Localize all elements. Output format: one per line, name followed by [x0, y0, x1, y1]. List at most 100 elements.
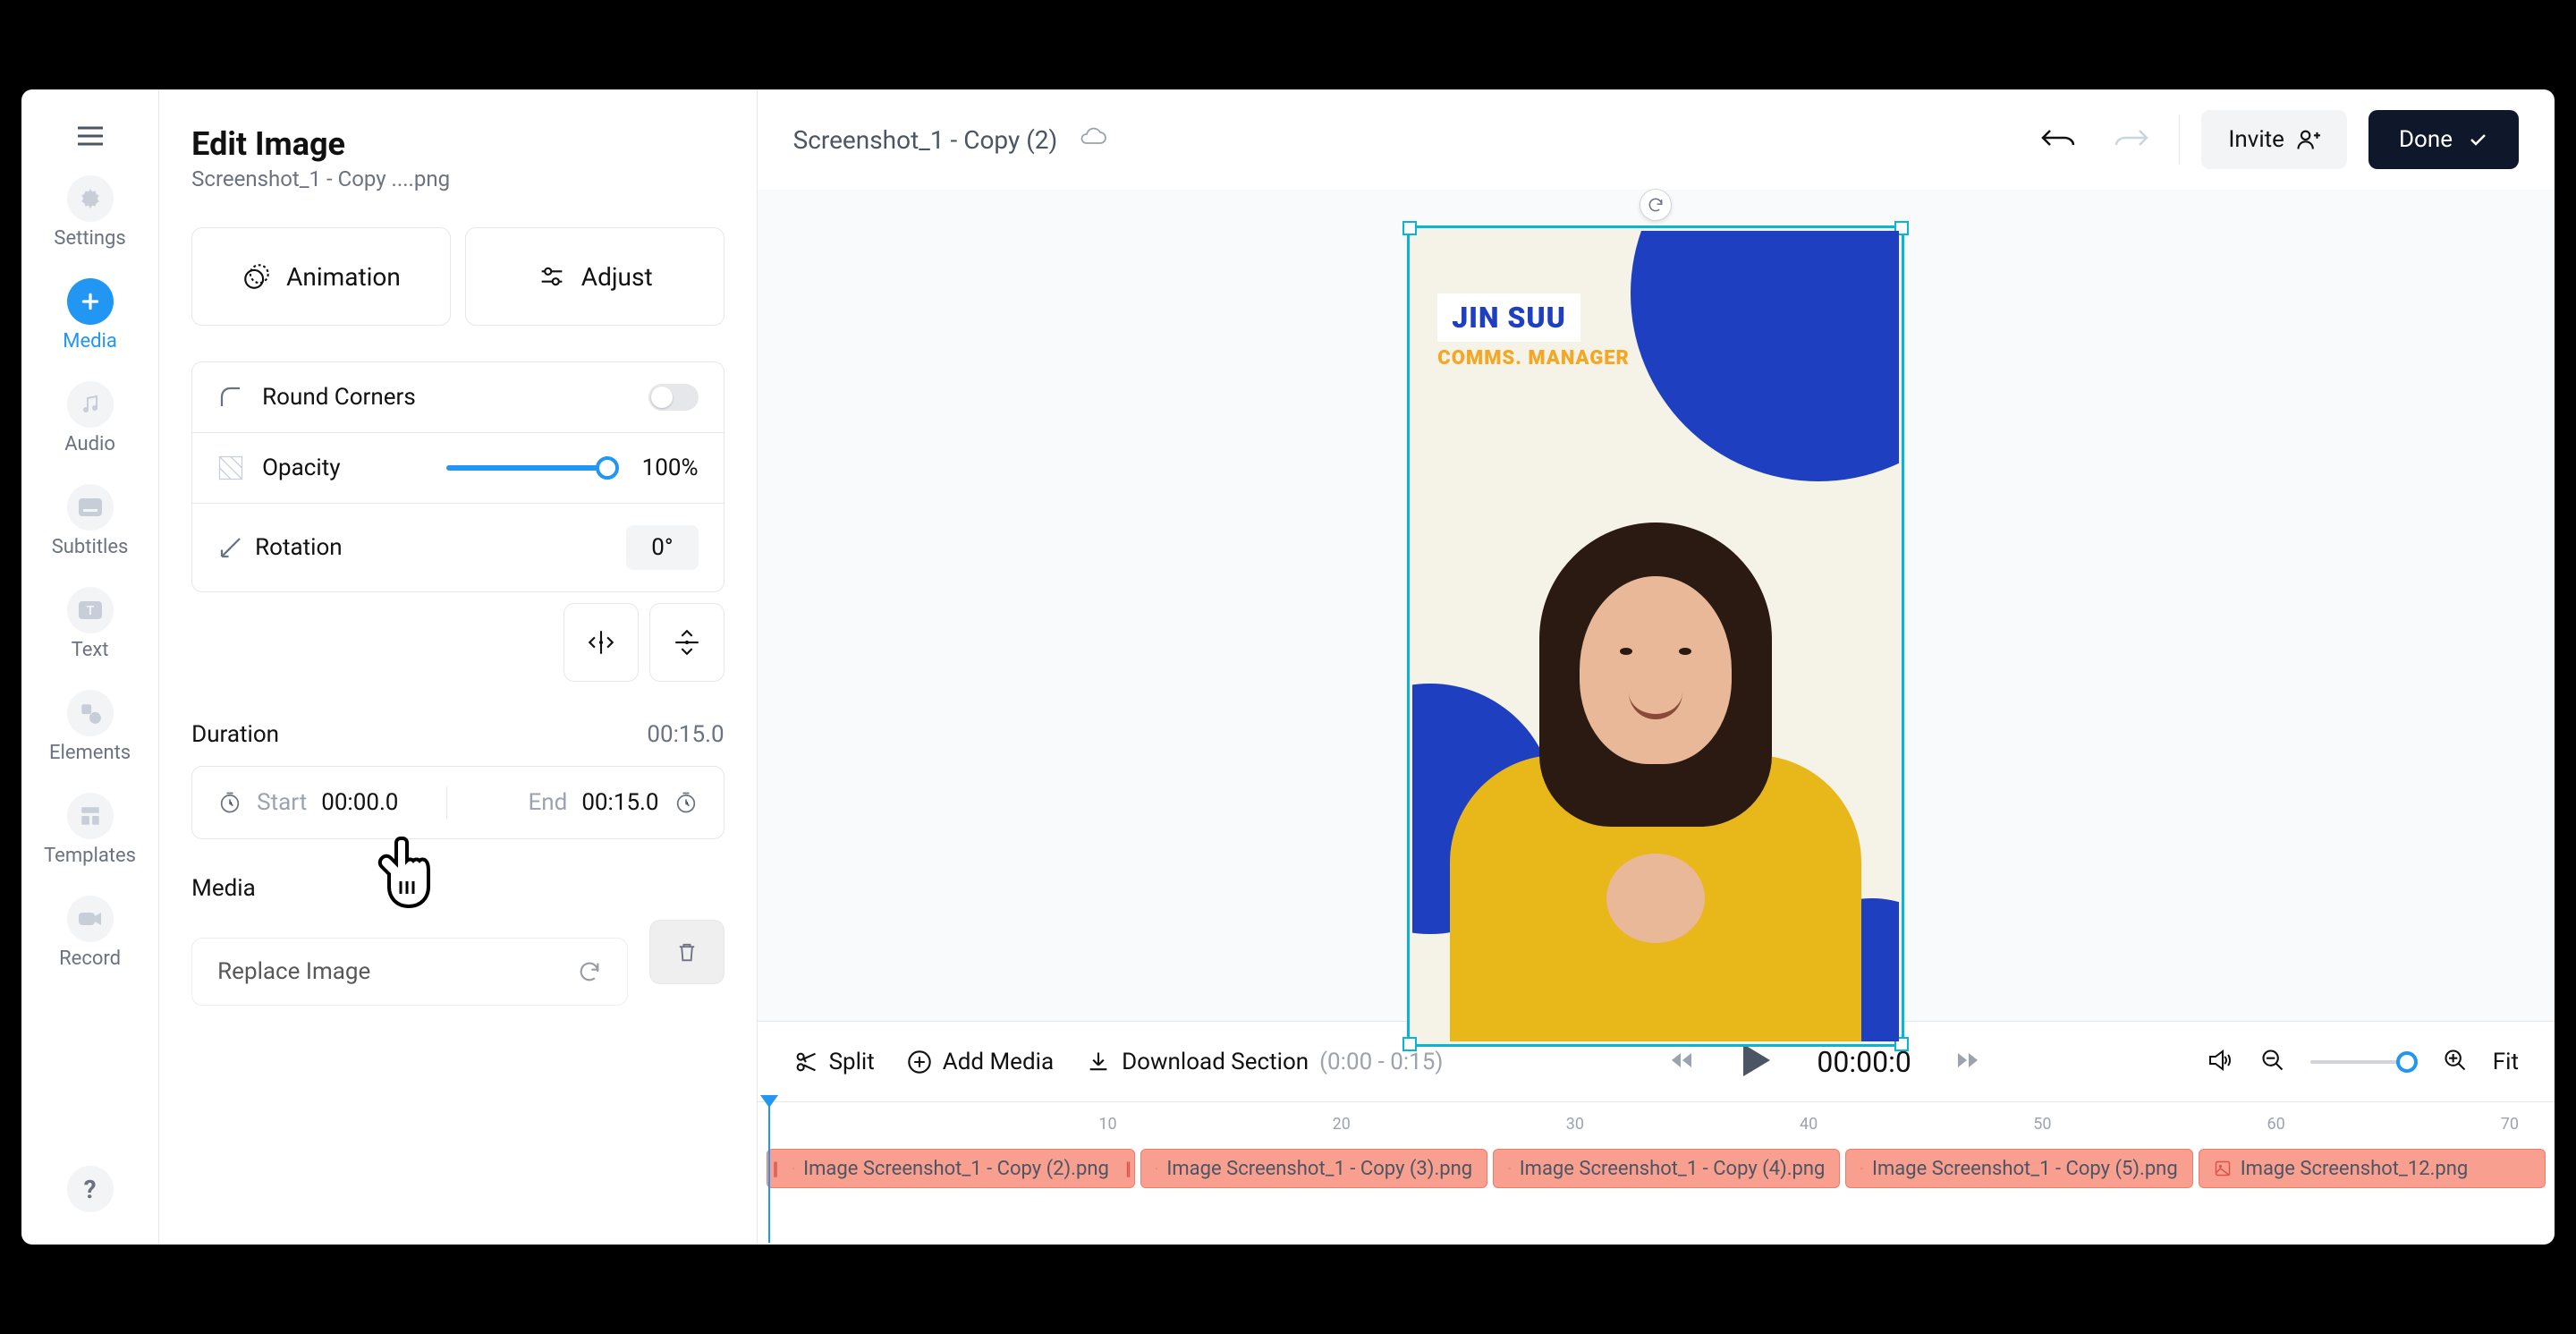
sidebar-item-subtitles[interactable]: Subtitles	[48, 477, 132, 565]
download-section-button[interactable]: Download Section (0:00 - 0:15)	[1086, 1049, 1443, 1075]
round-corners-icon	[217, 384, 244, 411]
timeline-clip[interactable]: Image Screenshot_1 - Copy (5).png	[1845, 1149, 2192, 1188]
music-note-icon	[67, 381, 114, 428]
timeline-ruler[interactable]: 10 20 30 40 50 60 70	[758, 1102, 2555, 1138]
timeline[interactable]: 10 20 30 40 50 60 70 Image Screenshot_1 …	[758, 1101, 2555, 1245]
ruler-mark: 30	[1566, 1115, 1584, 1134]
ruler-mark: 40	[1800, 1115, 1818, 1134]
zoom-in-button[interactable]	[2443, 1048, 2468, 1076]
timeline-track[interactable]: Image Screenshot_1 - Copy (2).png Image S…	[758, 1138, 2555, 1188]
sidebar-item-label: Templates	[44, 845, 136, 867]
image-icon	[792, 1160, 795, 1177]
sidebar-item-templates[interactable]: Templates	[40, 786, 140, 874]
image-icon	[1156, 1160, 1158, 1177]
rotation-label: Rotation	[255, 534, 407, 561]
skip-back-button[interactable]	[1668, 1049, 1695, 1075]
canvas-content: JIN SUU COMMS. MANAGER	[1412, 231, 1899, 1041]
done-label: Done	[2399, 126, 2453, 153]
clip-label: Image Screenshot_1 - Copy (5).png	[1872, 1158, 2178, 1180]
round-corners-toggle[interactable]	[648, 384, 699, 411]
canvas[interactable]: JIN SUU COMMS. MANAGER	[758, 190, 2555, 1021]
rotation-value[interactable]: 0°	[626, 525, 698, 570]
canvas-role-text: COMMS. MANAGER	[1437, 347, 1630, 370]
timeline-clip[interactable]: Image Screenshot_12.png	[2199, 1149, 2546, 1188]
help-button[interactable]: ?	[67, 1166, 114, 1212]
undo-button[interactable]	[2032, 120, 2082, 159]
end-label: End	[529, 789, 568, 816]
opacity-icon	[217, 455, 244, 481]
selected-image[interactable]: JIN SUU COMMS. MANAGER	[1407, 225, 1904, 1047]
image-icon	[2214, 1160, 2232, 1177]
flip-vertical-button[interactable]	[649, 603, 724, 682]
playhead[interactable]	[768, 1100, 770, 1243]
replace-image-button[interactable]: Replace Image	[191, 938, 627, 1006]
add-media-label: Add Media	[943, 1049, 1054, 1075]
start-value[interactable]: 00:00.0	[321, 789, 398, 816]
timeline-clip[interactable]: Image Screenshot_1 - Copy (4).png	[1493, 1149, 1840, 1188]
animation-tab[interactable]: Animation	[191, 227, 451, 326]
volume-button[interactable]	[2207, 1048, 2235, 1076]
duration-label: Duration	[191, 721, 279, 748]
rotate-handle[interactable]	[1640, 189, 1672, 221]
rotation-icon	[217, 534, 244, 561]
adjust-icon	[537, 261, 567, 292]
refresh-icon	[577, 959, 602, 984]
scissors-icon	[793, 1049, 818, 1075]
zoom-slider-thumb[interactable]	[2396, 1051, 2418, 1073]
fit-button[interactable]: Fit	[2493, 1049, 2519, 1075]
invite-button[interactable]: Invite	[2201, 110, 2347, 169]
opacity-slider-thumb[interactable]	[596, 456, 619, 480]
sidebar-item-elements[interactable]: Elements	[46, 683, 134, 771]
clip-label: Image Screenshot_1 - Copy (2).png	[803, 1158, 1109, 1180]
clip-label: Image Screenshot_1 - Copy (3).png	[1166, 1158, 1472, 1180]
redo-button[interactable]	[2107, 120, 2157, 159]
sidebar-item-label: Elements	[49, 742, 131, 764]
trash-icon	[674, 939, 699, 964]
sidebar-item-text[interactable]: T Text	[64, 580, 117, 668]
skip-forward-button[interactable]	[1954, 1049, 1981, 1075]
split-button[interactable]: Split	[793, 1049, 875, 1075]
tab-label: Adjust	[581, 262, 653, 292]
timeline-clip[interactable]: Image Screenshot_1 - Copy (3).png	[1140, 1149, 1487, 1188]
sidebar-item-record[interactable]: Record	[55, 888, 124, 977]
sidebar-item-label: Media	[63, 330, 117, 353]
sidebar-item-label: Audio	[64, 433, 115, 455]
done-button[interactable]: Done	[2368, 110, 2519, 169]
clock-icon	[674, 790, 699, 815]
zoom-out-button[interactable]	[2260, 1048, 2285, 1076]
end-value[interactable]: 00:15.0	[581, 789, 658, 816]
ruler-mark: 10	[1098, 1115, 1116, 1134]
plus-circle-icon	[907, 1049, 932, 1075]
opacity-slider[interactable]	[446, 465, 610, 471]
shapes-icon	[67, 690, 114, 736]
canvas-person	[1450, 523, 1861, 1041]
image-icon	[1508, 1160, 1511, 1177]
cloud-sync-icon[interactable]	[1079, 127, 1107, 152]
check-icon	[2467, 129, 2488, 150]
adjust-tab[interactable]: Adjust	[465, 227, 724, 326]
delete-button[interactable]	[649, 920, 724, 984]
plus-icon	[67, 278, 114, 325]
templates-icon	[67, 793, 114, 839]
settings-icon	[67, 175, 114, 222]
project-name[interactable]: Screenshot_1 - Copy (2)	[793, 125, 1058, 155]
duration-box: Start 00:00.0 End 00:15.0	[191, 766, 724, 839]
sidebar-item-settings[interactable]: Settings	[50, 168, 129, 257]
sidebar-item-label: Subtitles	[52, 536, 129, 558]
sidebar-item-media[interactable]: Media	[59, 271, 121, 360]
ruler-mark: 20	[1333, 1115, 1351, 1134]
animation-icon	[242, 261, 272, 292]
nav-rail: Settings Media Audio Subtitles T Text El…	[21, 89, 159, 1245]
opacity-label: Opacity	[262, 455, 414, 481]
split-label: Split	[829, 1049, 875, 1075]
zoom-slider[interactable]	[2310, 1060, 2418, 1064]
flip-horizontal-button[interactable]	[564, 603, 639, 682]
sidebar-item-label: Settings	[54, 227, 125, 250]
hamburger-menu-button[interactable]	[72, 118, 108, 154]
opacity-value: 100%	[642, 455, 699, 481]
add-user-icon	[2295, 127, 2320, 152]
clip-label: Image Screenshot_1 - Copy (4).png	[1520, 1158, 1826, 1180]
add-media-button[interactable]: Add Media	[907, 1049, 1054, 1075]
sidebar-item-audio[interactable]: Audio	[61, 374, 119, 463]
timeline-clip[interactable]: Image Screenshot_1 - Copy (2).png	[767, 1149, 1135, 1188]
